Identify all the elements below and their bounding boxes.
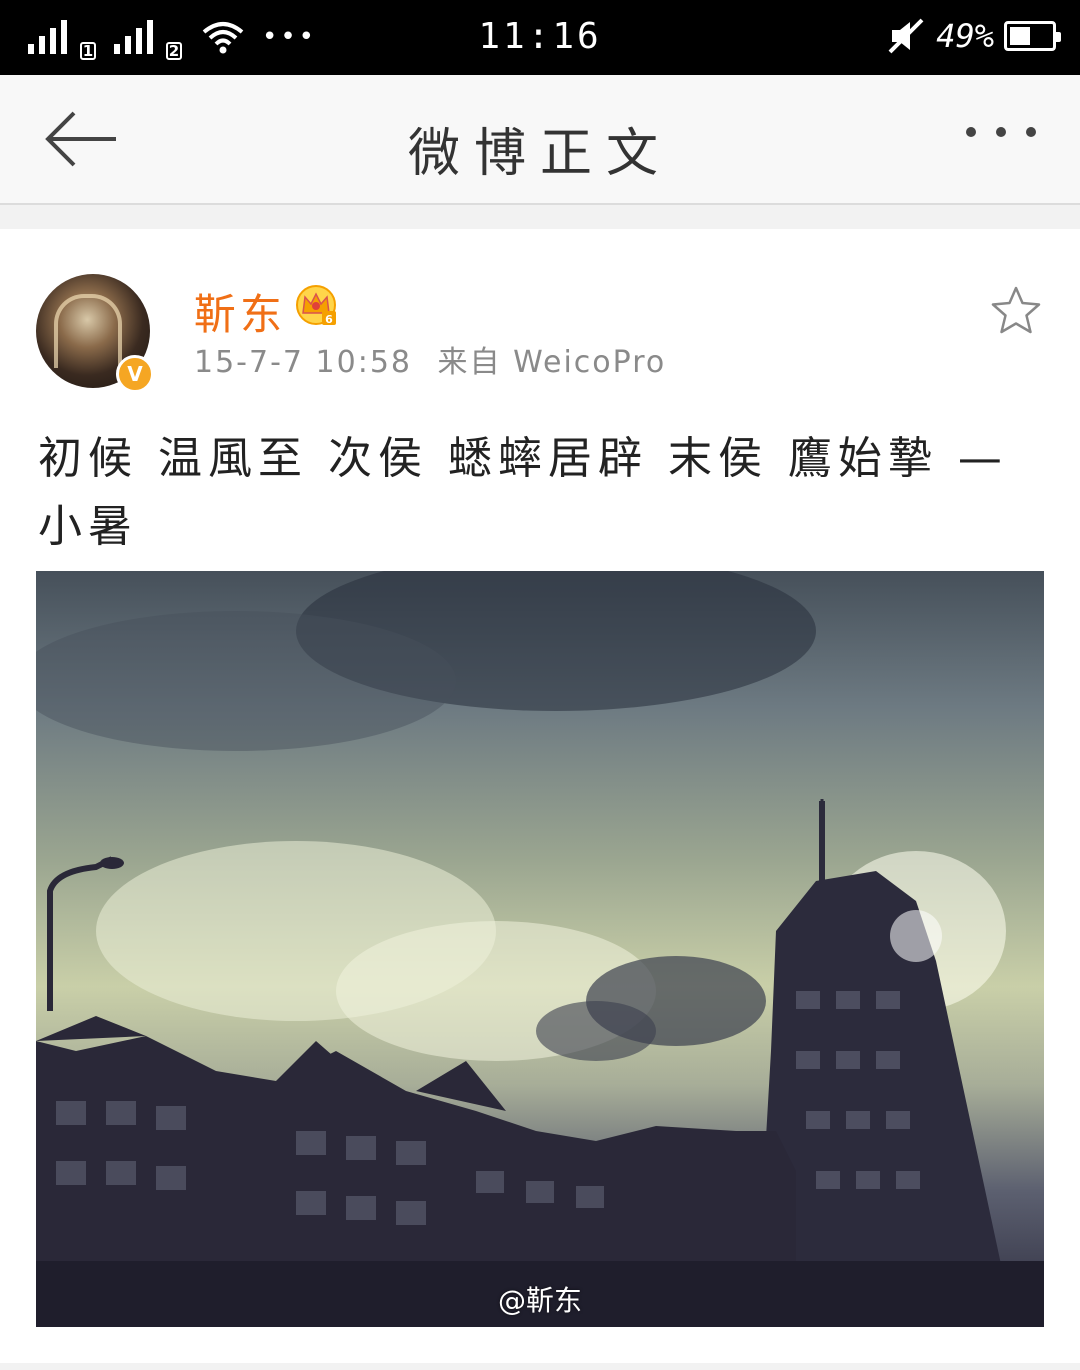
vip-crown-icon: 6 — [296, 285, 336, 326]
post-image[interactable]: @靳东 — [36, 571, 1044, 1327]
dot-icon — [966, 127, 976, 137]
post-timestamp: 15-7-7 10:58 — [194, 345, 412, 380]
battery-percent: 49% — [936, 17, 994, 55]
avatar-photo-detail — [54, 294, 122, 368]
dot-icon — [996, 127, 1006, 137]
post-text: 初候 温風至 次侯 蟋蟀居辟 末侯 鷹始摯 — 小暑 — [38, 433, 1008, 552]
battery-fill — [1010, 27, 1030, 45]
page-title: 微博正文 — [407, 124, 672, 184]
more-menu-button[interactable] — [966, 127, 1036, 137]
status-right: 49% — [886, 16, 1061, 56]
dot-icon — [1026, 127, 1036, 137]
status-bar: 1 2 ••• 11:16 49% — [0, 0, 1080, 75]
mute-icon — [888, 18, 924, 54]
verified-badge: V — [116, 355, 154, 393]
username[interactable]: 靳东 — [194, 281, 286, 342]
post-source: 来自 WeicoPro — [437, 345, 667, 380]
favorite-star-icon[interactable] — [990, 285, 1042, 335]
post-meta: 15-7-7 10:58 来自 WeicoPro — [194, 337, 666, 381]
battery-icon — [1004, 21, 1061, 51]
photo-scene — [36, 571, 1044, 1327]
top-nav-bar: 微博正文 — [0, 75, 1080, 205]
vip-level: 6 — [325, 313, 333, 326]
image-watermark: @靳东 — [497, 1284, 582, 1317]
post-card: V 靳东 6 15-7-7 10:58 来自 WeicoPro 初候 温風至 次… — [0, 229, 1080, 1363]
